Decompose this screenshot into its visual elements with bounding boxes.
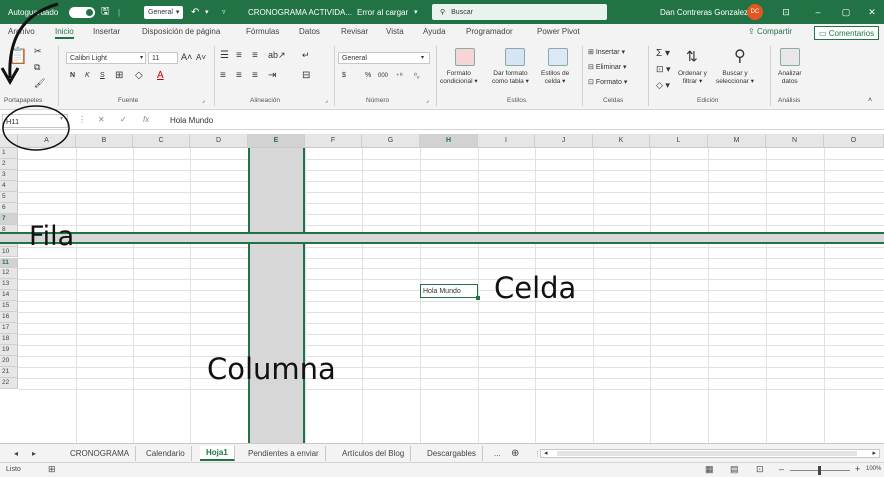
prev-sheet-icon[interactable]: ◂ [8, 446, 24, 461]
scroll-left-icon[interactable]: ◂ [544, 449, 548, 457]
zoom-slider-thumb[interactable] [818, 466, 821, 475]
status-ready: Listo [6, 466, 21, 473]
sheet-tab-pendientes[interactable]: Pendientes a enviar [242, 446, 326, 461]
page-layout-view-icon[interactable]: ▤ [730, 464, 739, 475]
sheet-tab-descargables[interactable]: Descargables [421, 446, 483, 461]
next-sheet-icon[interactable]: ▸ [26, 446, 42, 461]
sheet-tab-cronograma[interactable]: CRONOGRAMA [64, 446, 137, 461]
scroll-thumb[interactable] [557, 451, 857, 456]
zoom-out-icon[interactable]: – [779, 464, 784, 474]
status-bar: Listo ⊞ ▦ ▤ ⊡ – + 100% [0, 462, 884, 477]
horizontal-scrollbar[interactable]: ◂ ▸ [540, 449, 880, 458]
name-box-circle-annotation [2, 105, 70, 151]
sheet-tab-bar: ◂ ▸ CRONOGRAMA Calendario Hoja1 Pendient… [0, 443, 884, 462]
add-sheet-button[interactable]: ⊕ [505, 446, 525, 461]
zoom-in-icon[interactable]: + [855, 464, 860, 474]
scroll-right-icon[interactable]: ▸ [872, 449, 876, 457]
excel-window: Autoguardado 🖫 | General ▾ ↶ ▾ ▿ CRONOGRA… [0, 0, 884, 477]
arrow-annotation [8, 2, 59, 79]
sheet-tab-hoja1[interactable]: Hoja1 [200, 446, 235, 461]
macro-record-icon[interactable]: ⊞ [48, 464, 56, 475]
more-sheets-button[interactable]: ... [488, 446, 507, 461]
sheet-tab-calendario[interactable]: Calendario [140, 446, 192, 461]
zoom-level[interactable]: 100% [866, 466, 881, 472]
annotation-overlay [0, 2, 70, 151]
page-break-view-icon[interactable]: ⊡ [756, 464, 764, 475]
normal-view-icon[interactable]: ▦ [705, 464, 714, 475]
sheet-tab-articulos[interactable]: Artículos del Blog [336, 446, 412, 461]
